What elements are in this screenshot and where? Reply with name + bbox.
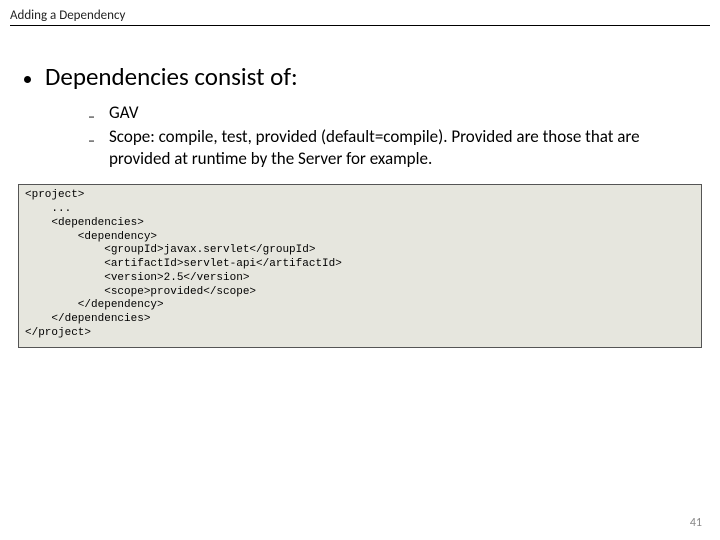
bullet-dash-icon: –: [88, 110, 97, 124]
bullet-level1: Dependencies consist of:: [24, 62, 710, 92]
bullet-level2-text: Scope: compile, test, provided (default=…: [109, 126, 669, 170]
bullet-dash-icon: –: [88, 134, 97, 148]
slide: Adding a Dependency Dependencies consist…: [0, 0, 720, 540]
bullet-dot-icon: [24, 76, 31, 83]
bullet-level2-text: GAV: [109, 102, 138, 124]
page-number: 41: [690, 516, 702, 530]
sub-bullet-list: – GAV – Scope: compile, test, provided (…: [88, 102, 710, 170]
bullet-level2: – GAV: [88, 102, 710, 124]
code-block: <project> ... <dependencies> <dependency…: [18, 184, 702, 347]
bullet-level1-text: Dependencies consist of:: [45, 62, 298, 92]
slide-title: Adding a Dependency: [10, 8, 710, 23]
bullet-level2: – Scope: compile, test, provided (defaul…: [88, 126, 710, 170]
title-rule: [10, 25, 710, 26]
